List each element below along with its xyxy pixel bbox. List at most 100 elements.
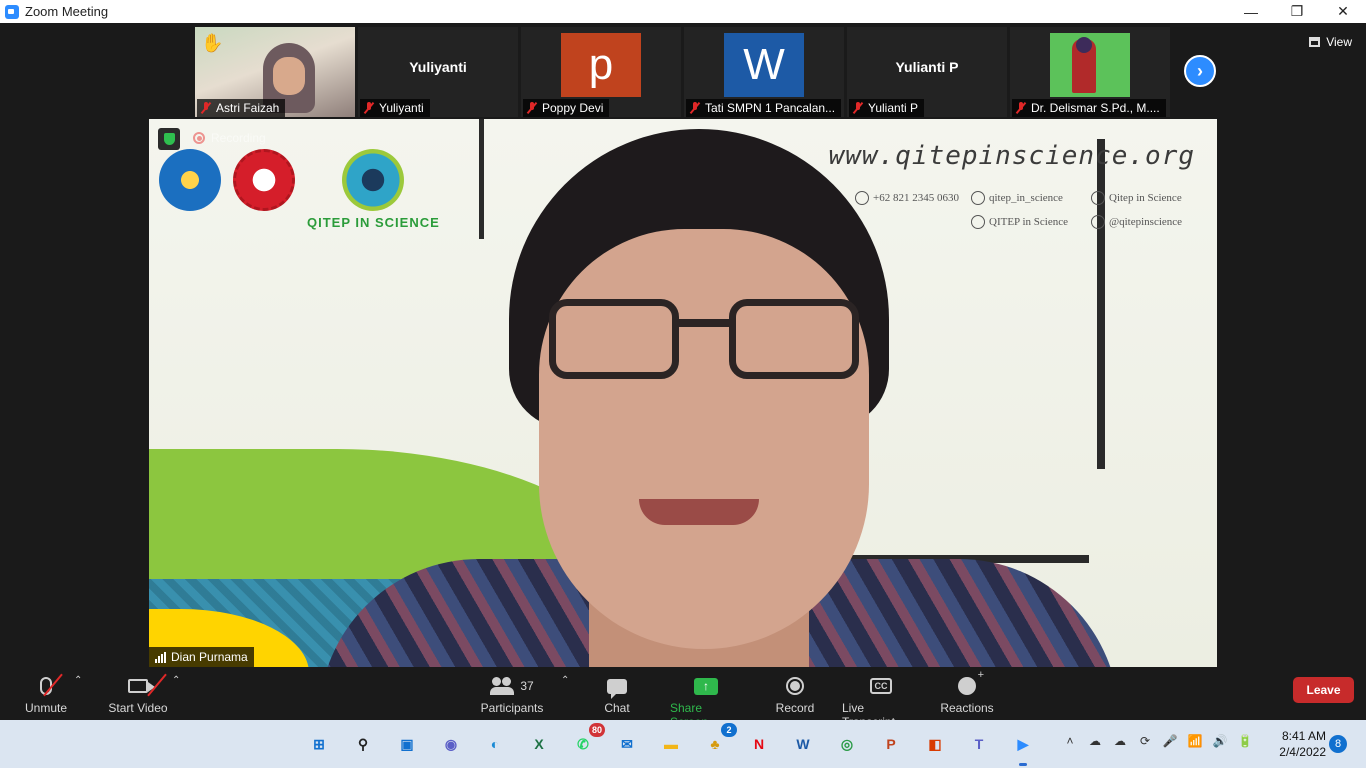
taskbar-search-icon[interactable]: ⚲ bbox=[347, 728, 379, 760]
minimize-button[interactable]: — bbox=[1228, 0, 1274, 23]
taskbar-word-icon[interactable]: W bbox=[787, 728, 819, 760]
audio-options-caret[interactable]: ⌃ bbox=[74, 675, 82, 686]
participant-tile[interactable]: ✋ Astri Faizah bbox=[195, 27, 355, 117]
task-view-glyph: ▣ bbox=[400, 735, 414, 752]
share-screen-icon: ↑ bbox=[694, 673, 718, 699]
reactions-label: Reactions bbox=[940, 701, 994, 715]
participant-label: Yulianti P bbox=[849, 99, 925, 117]
solitaire-badge: 2 bbox=[721, 723, 737, 737]
speaker-name: Dian Purnama bbox=[171, 650, 248, 664]
notification-badge[interactable]: 8 bbox=[1329, 735, 1347, 753]
word-glyph: W bbox=[796, 736, 810, 752]
whatsapp-badge: 80 bbox=[588, 723, 605, 737]
participant-strip: ✋ Astri Faizah Yuliyanti Yuliyanti p Pop… bbox=[195, 27, 1170, 117]
excel-glyph: X bbox=[534, 736, 544, 752]
next-page-button[interactable]: › bbox=[1184, 55, 1216, 87]
record-button[interactable]: Record bbox=[774, 673, 816, 715]
volume-icon[interactable]: 🔊 bbox=[1212, 733, 1228, 749]
taskbar-chrome-icon[interactable]: ◎ bbox=[831, 728, 863, 760]
taskbar-clock[interactable]: 8:41 AM 2/4/2022 bbox=[1270, 728, 1326, 760]
qitep-logo: QITEP IN SCIENCE bbox=[307, 149, 440, 230]
start-glyph: ⊞ bbox=[313, 735, 325, 752]
participant-tile[interactable]: Yulianti P Yulianti P bbox=[847, 27, 1007, 117]
participants-label: Participants bbox=[480, 701, 544, 715]
participants-button[interactable]: 37 Participants bbox=[480, 673, 544, 715]
phone-text: +62 821 2345 0630 bbox=[873, 192, 959, 204]
netflix-glyph: N bbox=[753, 736, 765, 752]
close-button[interactable]: ✕ bbox=[1320, 0, 1366, 23]
taskbar-solitaire-icon[interactable]: ♣ 2 bbox=[699, 723, 737, 760]
participant-tile[interactable]: Dr. Delismar S.Pd., M.... bbox=[1010, 27, 1170, 117]
participants-options-caret[interactable]: ⌃ bbox=[561, 675, 569, 686]
participant-label: Yuliyanti bbox=[360, 99, 430, 117]
teams-chat-glyph: ◉ bbox=[444, 735, 458, 752]
microphone-muted-icon bbox=[40, 673, 63, 699]
security-shield-icon[interactable] bbox=[158, 128, 180, 150]
window-title: Zoom Meeting bbox=[25, 4, 109, 19]
whatsapp-glyph: ✆ bbox=[577, 735, 589, 752]
participant-label: Astri Faizah bbox=[197, 99, 286, 117]
taskbar-netflix-icon[interactable]: N bbox=[743, 728, 775, 760]
view-label: View bbox=[1326, 35, 1352, 49]
cloud-sync-icon[interactable]: ☁ bbox=[1112, 733, 1128, 749]
record-label: Record bbox=[775, 701, 815, 715]
meeting-toolbar: Unmute ⌃ Start Video ⌃ 37 Participants ⌃… bbox=[0, 669, 1366, 729]
battery-icon[interactable]: 🔋 bbox=[1237, 733, 1253, 749]
taskbar-powerpoint-icon[interactable]: P bbox=[875, 728, 907, 760]
phone-icon bbox=[855, 191, 869, 205]
microphone-icon[interactable]: 🎤 bbox=[1162, 733, 1178, 749]
unmute-button[interactable]: Unmute bbox=[22, 673, 70, 715]
mic-muted-icon bbox=[364, 102, 374, 114]
speaker-mouth bbox=[639, 499, 759, 525]
twitter-icon bbox=[1091, 215, 1105, 229]
taskbar-teams-chat-icon[interactable]: ◉ bbox=[435, 728, 467, 760]
participant-avatar-image bbox=[1050, 33, 1130, 97]
restore-button[interactable]: ❐ bbox=[1274, 0, 1320, 23]
start-video-button[interactable]: Start Video bbox=[106, 673, 170, 715]
participant-label: Dr. Delismar S.Pd., M.... bbox=[1012, 99, 1166, 117]
powerpoint-glyph: P bbox=[886, 736, 896, 752]
reactions-button[interactable]: Reactions bbox=[940, 669, 994, 715]
participants-icon: 37 bbox=[490, 673, 534, 699]
leave-button[interactable]: Leave bbox=[1293, 677, 1354, 703]
refresh-icon[interactable]: ⟳ bbox=[1137, 733, 1153, 749]
mic-muted-icon bbox=[690, 102, 700, 114]
mic-muted-icon bbox=[527, 102, 537, 114]
view-button[interactable]: View bbox=[1309, 35, 1352, 49]
taskbar-edge-icon[interactable]: ◐ bbox=[479, 728, 511, 760]
mic-muted-icon bbox=[853, 102, 863, 114]
recording-dot-icon bbox=[193, 132, 205, 144]
qitep-logo-text: QITEP IN SCIENCE bbox=[307, 215, 440, 230]
office-glyph: ◧ bbox=[928, 735, 942, 752]
participant-label: Poppy Devi bbox=[523, 99, 610, 117]
active-speaker-video[interactable]: www.qitepinscience.org +62 821 2345 0630… bbox=[149, 119, 1217, 667]
taskbar-excel-icon[interactable]: X bbox=[523, 728, 555, 760]
closed-caption-icon: CC bbox=[870, 673, 892, 699]
onedrive-icon[interactable]: ☁ bbox=[1087, 733, 1103, 749]
clock-time: 8:41 AM bbox=[1281, 729, 1326, 743]
start-video-label: Start Video bbox=[108, 701, 168, 715]
taskbar-whatsapp-icon[interactable]: ✆ 80 bbox=[567, 723, 605, 760]
instagram-icon bbox=[971, 191, 985, 205]
participant-label: Tati SMPN 1 Pancalan... bbox=[686, 99, 842, 117]
participant-tile[interactable]: p Poppy Devi bbox=[521, 27, 681, 117]
chat-button[interactable]: Chat bbox=[600, 673, 634, 715]
participant-tile[interactable]: Yuliyanti Yuliyanti bbox=[358, 27, 518, 117]
record-icon bbox=[786, 673, 804, 699]
participant-face bbox=[273, 57, 305, 95]
show-hidden-icons[interactable]: ˄ bbox=[1062, 733, 1078, 749]
taskbar-teams-icon[interactable]: T bbox=[963, 728, 995, 760]
taskbar-zoom-icon[interactable]: ▶ bbox=[1007, 728, 1039, 766]
windows-taskbar: ⊞ ⚲ ▣ ◉ ◐ X ✆ 80 ✉ ▬ ♣ 2 N W ◎ P ◧ T ▶ ˄ ☁ ☁ ⟳ 🎤 📶 🔊 🔋 8:41 AM 2/… bbox=[0, 720, 1366, 768]
facebook-icon bbox=[971, 215, 985, 229]
signal-strength-icon bbox=[155, 651, 166, 663]
taskbar-file-explorer-icon[interactable]: ▬ bbox=[655, 728, 687, 760]
taskbar-mail-icon[interactable]: ✉ bbox=[611, 728, 643, 760]
video-options-caret[interactable]: ⌃ bbox=[172, 675, 180, 686]
taskbar-task-view-icon[interactable]: ▣ bbox=[391, 728, 423, 760]
taskbar-office-icon[interactable]: ◧ bbox=[919, 728, 951, 760]
taskbar-start-icon[interactable]: ⊞ bbox=[303, 728, 335, 760]
participant-tile[interactable]: W Tati SMPN 1 Pancalan... bbox=[684, 27, 844, 117]
wifi-icon[interactable]: 📶 bbox=[1187, 733, 1203, 749]
youtube-icon bbox=[1091, 191, 1105, 205]
